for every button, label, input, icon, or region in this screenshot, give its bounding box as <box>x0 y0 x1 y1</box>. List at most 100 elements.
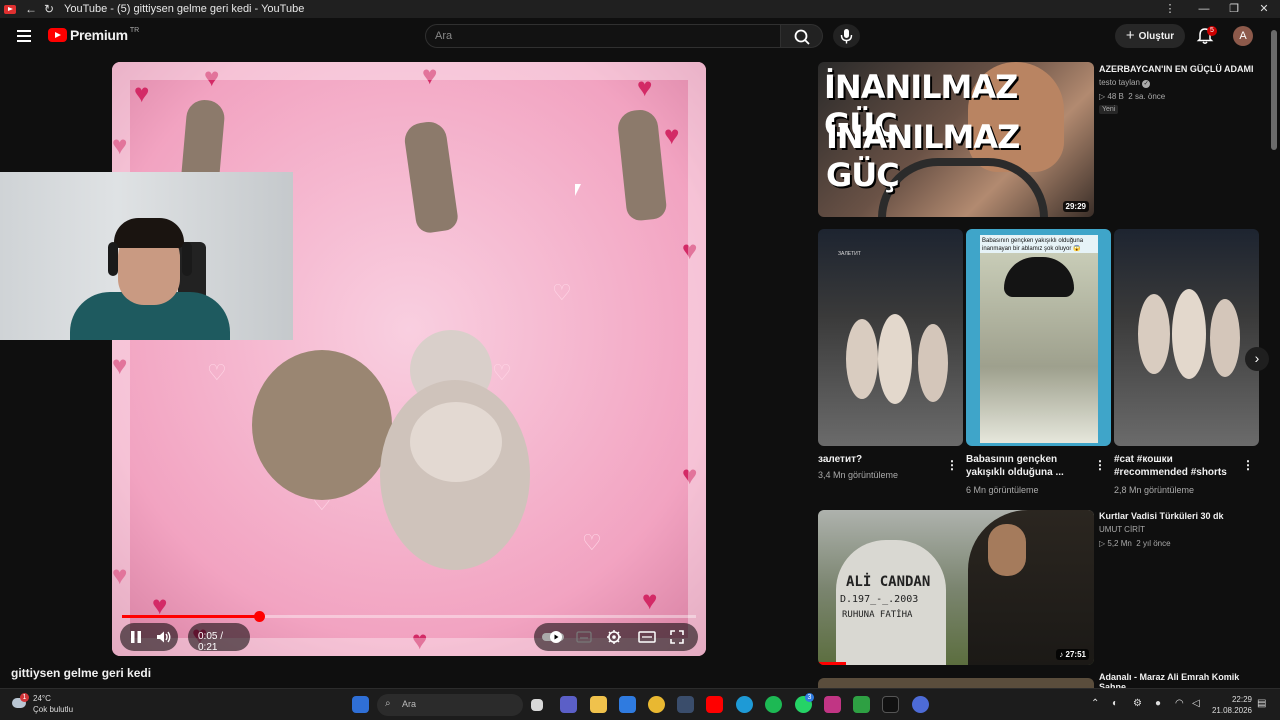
right-player-controls <box>534 623 698 651</box>
browser-menu-icon[interactable]: ⋮ <box>1155 0 1185 18</box>
short-caption: ЗАЛЕТИТ <box>838 251 861 257</box>
video-player[interactable]: ♥ ♥ ♥ ♥ ♥ ♥ ♥ ♥ ♥ ♥ ♥ ♥ ♥ ♥ ♡ ♡ ♡ ♡ ♡ 0:… <box>112 62 706 656</box>
spotify-icon[interactable] <box>765 696 782 713</box>
weather-alert-badge: 1 <box>20 693 29 702</box>
minimize-button[interactable]: — <box>1189 0 1219 18</box>
tray-mic-icon[interactable]: ● <box>1155 698 1161 709</box>
notification-center-icon[interactable]: ▤ <box>1257 698 1266 709</box>
notification-count-badge: 5 <box>1207 26 1217 36</box>
thumbnail-gravestone-dates: D.197_-_.2003 <box>840 594 919 605</box>
recommendation-thumbnail[interactable]: ALİ CANDAN D.197_-_.2003 RUHUNA FATİHA ♪… <box>818 510 1094 665</box>
reload-icon[interactable]: ↻ <box>40 2 58 16</box>
pause-icon[interactable] <box>129 630 143 644</box>
task-view-icon[interactable] <box>531 699 543 711</box>
video-duration-badge: ♪ 27:51 <box>1056 649 1089 660</box>
recommendation-title[interactable]: AZERBAYCAN'IN EN GÜÇLÜ ADAMI <box>1099 64 1269 74</box>
speaker-icon[interactable]: ◁ <box>1192 698 1200 709</box>
taskbar-search-input[interactable]: ⌕ Ara <box>377 694 523 716</box>
youtube-app-icon[interactable] <box>706 696 723 713</box>
short-title[interactable]: #cat #кошки #recommended #shorts <box>1114 453 1239 479</box>
short-more-options-icon[interactable]: ⋮ <box>946 458 958 472</box>
chrome-icon[interactable] <box>648 696 665 713</box>
taskbar-search-icon: ⌕ <box>385 698 391 709</box>
short-more-options-icon[interactable]: ⋮ <box>1094 458 1106 472</box>
plus-icon: + <box>1125 27 1135 44</box>
search-icon <box>794 29 810 45</box>
dancing-kitten <box>1172 289 1206 379</box>
youtube-favicon-icon <box>4 4 16 14</box>
back-arrow-icon[interactable]: ← <box>22 2 40 16</box>
steam-icon[interactable] <box>677 696 694 713</box>
short-thumbnail[interactable]: ЗАЛЕТИТ <box>818 229 963 446</box>
settings-gear-icon[interactable] <box>606 629 622 645</box>
shorts-next-arrow-button[interactable]: › <box>1245 347 1269 371</box>
short-title[interactable]: Babasının gençken yakışıklı olduğuna ... <box>966 453 1091 479</box>
short-more-options-icon[interactable]: ⋮ <box>1242 458 1254 472</box>
recommendation-title[interactable]: Adanalı - Maraz Ali Emrah Komik Sahne <box>1099 672 1249 688</box>
subtitles-icon[interactable] <box>576 630 592 644</box>
recommendation-channel[interactable]: testo taylan ✓ <box>1099 78 1151 88</box>
tiktok-icon[interactable] <box>882 696 899 713</box>
dancing-kitten <box>846 319 878 399</box>
app-icon[interactable] <box>912 696 929 713</box>
weather-widget[interactable]: 24°C Çok bulutlu <box>33 693 73 715</box>
dancing-kitten <box>918 324 948 402</box>
windows-start-icon[interactable] <box>352 696 369 713</box>
tray-overflow-icon[interactable]: ⌃ <box>1091 698 1099 709</box>
taskbar-search-placeholder: Ara <box>402 699 417 709</box>
short-caption: Babasının gençken yakışıklı olduğuna ina… <box>980 235 1098 255</box>
video-progress-bar[interactable] <box>122 611 696 622</box>
short-title[interactable]: залетит? <box>818 453 943 466</box>
youtube-premium-logo[interactable]: Premium TR <box>48 27 139 43</box>
store-icon[interactable] <box>619 696 636 713</box>
logo-region: TR <box>129 26 140 34</box>
whatsapp-badge: 3 <box>805 693 814 702</box>
window-title: YouTube - (5) gittiysen gelme geri kedi … <box>64 3 305 15</box>
recommendation-title[interactable]: Kurtlar Vadisi Türküleri 30 dk <box>1099 511 1269 521</box>
theater-mode-icon[interactable] <box>638 630 656 644</box>
maximize-button[interactable]: ❐ <box>1219 0 1249 18</box>
account-avatar[interactable]: A <box>1233 26 1253 46</box>
short-views: 3,4 Mn görüntüleme <box>818 470 899 480</box>
teams-icon[interactable] <box>560 696 577 713</box>
instagram-icon[interactable] <box>824 696 841 713</box>
mouse-cursor-icon <box>575 184 581 196</box>
tray-app-icon[interactable]: ◐ <box>1112 698 1118 709</box>
short-views: 6 Mn görüntüleme <box>966 485 1039 495</box>
thumbnail-caption-2: İNANILMAZ GÜÇ <box>826 118 1020 194</box>
video-scrubber-handle[interactable] <box>253 611 265 622</box>
file-explorer-icon[interactable] <box>590 696 607 713</box>
white-kitten-face <box>410 402 502 482</box>
tray-app-icon[interactable]: ⚙ <box>1133 698 1142 709</box>
search-input[interactable]: Ara <box>425 24 781 48</box>
recommendation-thumbnail[interactable]: İNANILMAZ GÜÇ İNANILMAZ GÜÇ 29:29 <box>818 62 1094 217</box>
create-button[interactable]: + Oluştur <box>1115 24 1185 48</box>
volume-icon[interactable] <box>156 630 172 644</box>
taskbar-clock[interactable]: 22:29 21.08.2026 <box>1212 694 1252 716</box>
close-window-button[interactable]: ✕ <box>1249 0 1279 18</box>
app-icon[interactable] <box>853 696 870 713</box>
temperature-label: 24°C <box>33 694 51 703</box>
clock-date: 21.08.2026 <box>1211 706 1252 715</box>
thumbnail-person <box>968 510 1094 665</box>
hamburger-menu-icon[interactable] <box>17 30 31 42</box>
short-thumbnail[interactable] <box>1114 229 1259 446</box>
short-thumbnail[interactable]: Babasının gençken yakışıklı olduğuna ina… <box>966 229 1111 446</box>
brown-kitten <box>252 350 392 500</box>
recommendation-channel[interactable]: UMUT CİRİT <box>1099 525 1145 534</box>
search-button[interactable] <box>781 24 823 48</box>
video-time-display: 0:05 / 0:21 <box>188 623 250 653</box>
headset <box>108 242 118 276</box>
page-scrollbar[interactable] <box>1271 30 1277 150</box>
browser-title-bar: ← ↻ YouTube - (5) gittiysen gelme geri k… <box>0 0 1280 18</box>
fullscreen-icon[interactable] <box>670 630 684 644</box>
edge-icon[interactable] <box>736 696 753 713</box>
dancing-kitten <box>1138 294 1170 374</box>
wifi-icon[interactable]: ◠ <box>1175 698 1184 709</box>
new-badge: Yeni <box>1099 105 1119 114</box>
dancing-kitten <box>1210 299 1240 377</box>
voice-search-button[interactable] <box>833 24 860 48</box>
recommendation-thumbnail[interactable] <box>818 678 1094 688</box>
autoplay-toggle-icon[interactable] <box>542 631 564 643</box>
webcam-person-hair <box>114 218 184 248</box>
